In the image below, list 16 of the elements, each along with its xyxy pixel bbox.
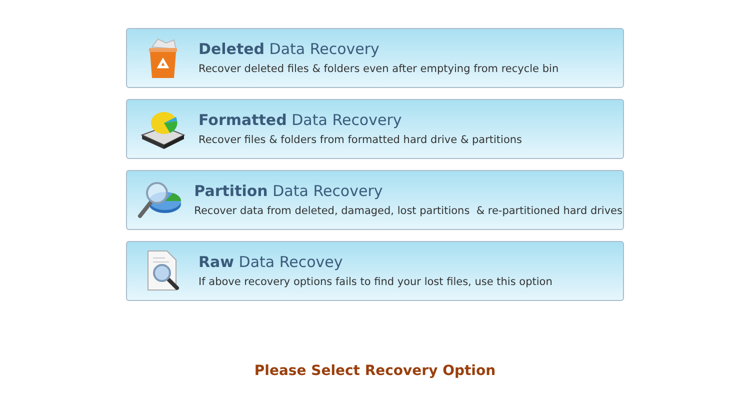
recovery-option[interactable]: Partition Data Recovery Recover data from deleted, damaged, lost partitions & re-partitioned hard drives [126,170,624,230]
recovery-option[interactable]: Formatted Data Recovery Recover files & folders from formatted hard drive & partitions [126,99,624,159]
magnifier-pie-icon [137,180,184,220]
option-description: Recover deleted files & folders even after emptying from recycle bin [198,62,559,76]
document-search-icon [144,250,180,292]
option-title: Formatted Data Recovery [198,111,403,129]
option-description: Recover files & folders from formatted hard drive & partitions [198,133,522,147]
option-title: Raw Data Recovey [198,253,344,271]
option-description: Recover data from deleted, damaged, lost partitions & re-partitioned hard drives [194,204,622,218]
prompt-text: Please Select Recovery Option [254,362,496,381]
recovery-option[interactable]: Raw Data Recovey If above recovery options fails to find your lost files, use this option [126,241,624,301]
option-description: If above recovery options fails to find your lost files, use this option [198,275,552,289]
option-title: Partition Data Recovery [194,182,384,200]
recovery-option[interactable]: Deleted Data Recovery Recover deleted files & folders even after emptying from recycle bin [126,28,624,88]
disk-chart-icon [140,109,186,149]
option-title: Deleted Data Recovery [198,40,380,58]
